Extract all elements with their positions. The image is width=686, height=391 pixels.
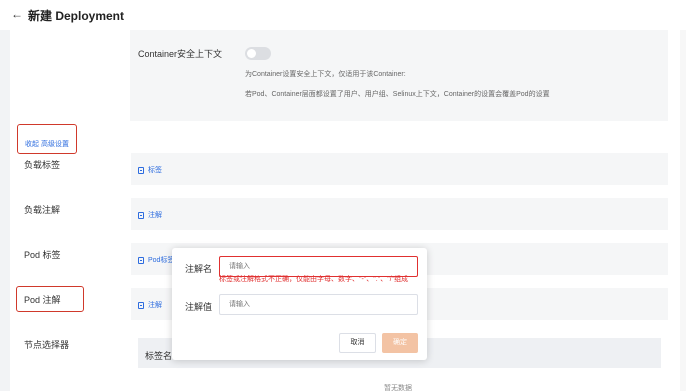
scrollbar[interactable] [680, 30, 686, 391]
add-pod-label-text: Pod标签 [148, 257, 175, 264]
add-workload-label-text: 标签 [148, 167, 162, 174]
document-icon [138, 166, 144, 174]
pod-labels-label: Pod 标签 [24, 250, 61, 260]
add-workload-annotation-text: 注解 [148, 212, 162, 219]
annotation-name-label: 注解名 [185, 264, 213, 274]
add-pod-annotation-link[interactable]: 注解 [138, 300, 162, 310]
top-bar: ← 新建 Deployment [0, 0, 686, 30]
pod-annotations-label: Pod 注解 [24, 295, 61, 305]
node-selector-label: 节点选择器 [24, 340, 70, 350]
document-icon [138, 256, 144, 264]
annotation-value-label: 注解值 [185, 302, 213, 312]
arrow-left-icon[interactable]: ← [11, 7, 23, 21]
add-workload-label-link[interactable]: 标签 [138, 165, 162, 175]
toggle-knob [247, 49, 256, 58]
add-pod-label-link[interactable]: Pod标签 [138, 255, 174, 265]
annotation-value-input[interactable] [219, 294, 418, 315]
security-context-override-note: 若Pod、Container层面都设置了用户、用户组、Selinux上下文，Co… [245, 91, 550, 98]
workload-labels-panel [131, 153, 668, 185]
document-icon [138, 301, 144, 309]
security-context-description: 为Container设置安全上下文，仅适用于该Container: [245, 71, 406, 78]
document-icon [138, 211, 144, 219]
collapse-advanced-settings-link[interactable]: 收起 高级设置 [25, 139, 69, 149]
empty-state-text: 暂无数据 [384, 385, 412, 391]
workload-annotations-panel [131, 198, 668, 230]
add-pod-annotation-text: 注解 [148, 302, 162, 309]
workload-annotations-label: 负载注解 [24, 205, 61, 215]
page-title: 新建 Deployment [28, 9, 125, 23]
add-workload-annotation-link[interactable]: 注解 [138, 210, 162, 220]
confirm-button[interactable]: 确定 [382, 333, 418, 353]
security-context-toggle[interactable] [245, 47, 271, 60]
security-context-label: Container安全上下文 [138, 49, 223, 59]
column-label-name: 标签名 [145, 351, 173, 361]
cancel-button[interactable]: 取消 [339, 333, 376, 353]
workload-labels-label: 负载标签 [24, 160, 61, 170]
annotation-name-error: 标签或注解格式不正确，仅能由字母、数字、"-"、"."、"/"组成 [219, 276, 409, 283]
page: ← 新建 Deployment Container安全上下文 为Containe… [0, 0, 686, 391]
annotation-name-input[interactable] [219, 256, 418, 277]
